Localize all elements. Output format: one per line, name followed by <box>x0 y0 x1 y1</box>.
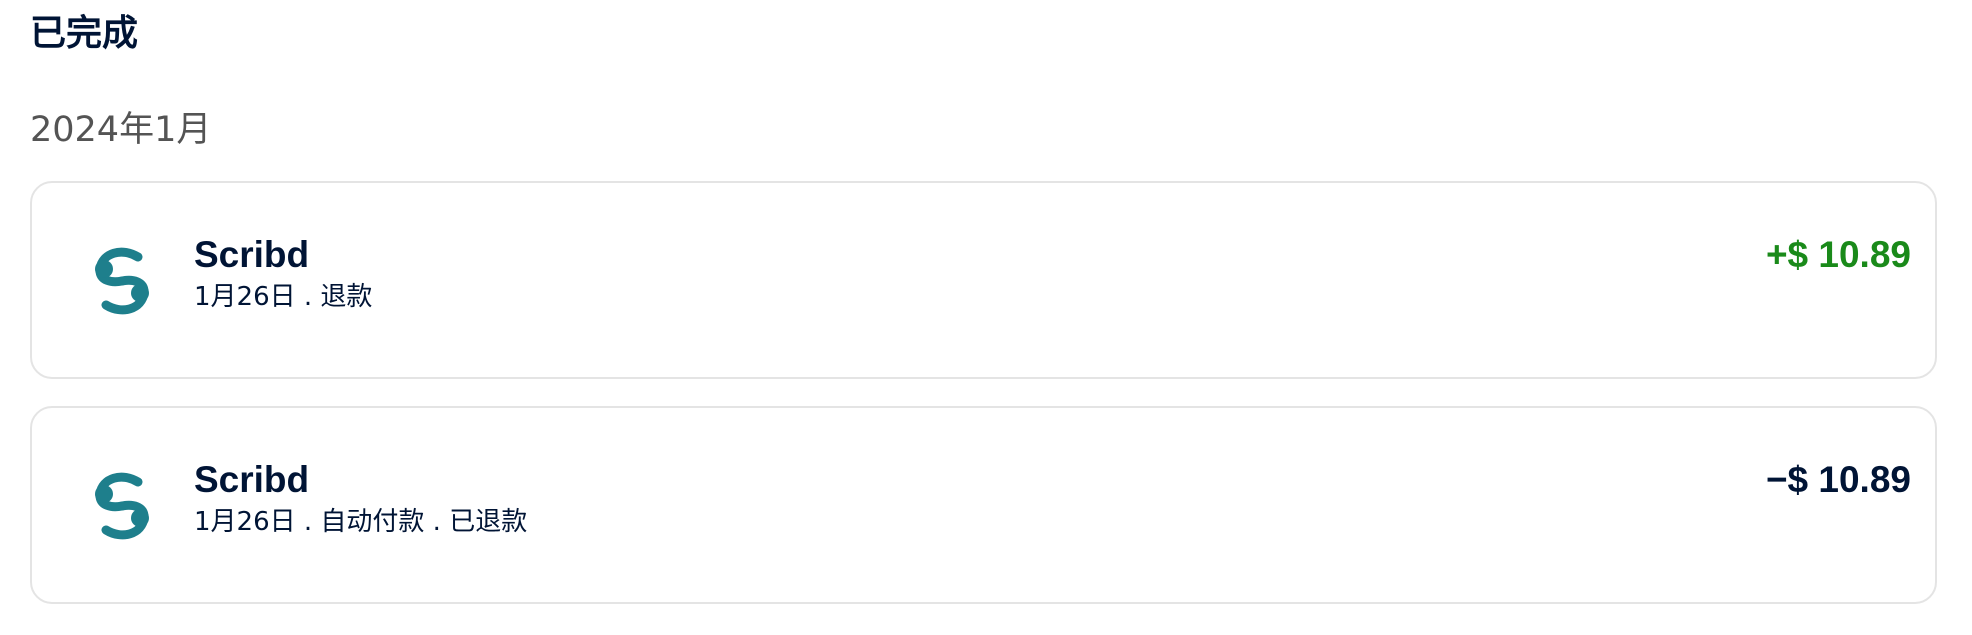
transaction-details: 1月26日 . 自动付款 . 已退款 <box>194 507 528 537</box>
scribd-logo-icon <box>95 472 149 540</box>
transaction-details: 1月26日 . 退款 <box>194 282 373 312</box>
month-heading: 2024年1月 <box>30 110 212 150</box>
transaction-card[interactable]: Scribd 1月26日 . 自动付款 . 已退款 −$ 10.89 <box>30 406 1937 604</box>
scribd-logo-icon <box>95 247 149 315</box>
transaction-amount: +$ 10.89 <box>1765 234 1911 275</box>
section-title: 已完成 <box>30 13 139 54</box>
merchant-name: Scribd <box>194 234 310 275</box>
merchant-name: Scribd <box>194 459 310 500</box>
transaction-amount: −$ 10.89 <box>1765 459 1911 500</box>
transaction-card[interactable]: Scribd 1月26日 . 退款 +$ 10.89 <box>30 181 1937 379</box>
